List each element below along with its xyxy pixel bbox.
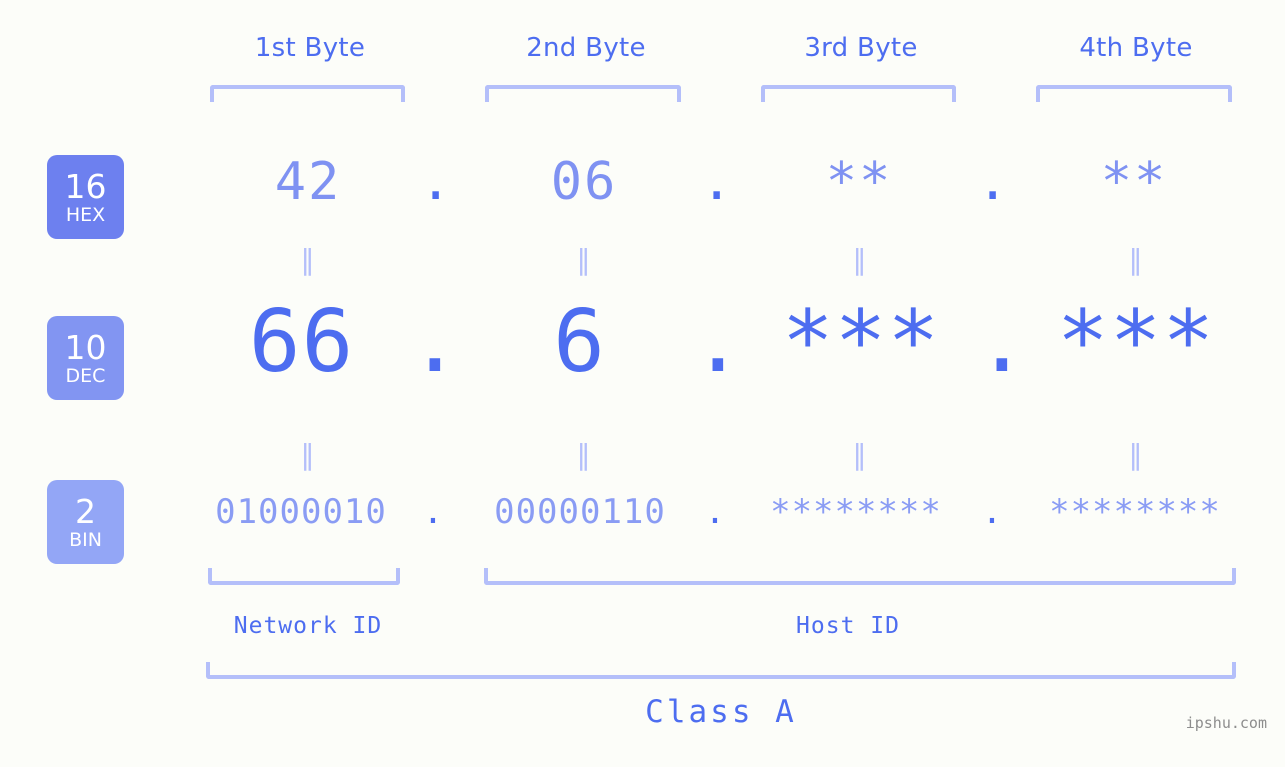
equals-icon-decbin-3: ‖ [852, 438, 867, 471]
base-badge-dec: 10 DEC [47, 316, 124, 400]
byte-bracket-4 [1036, 85, 1232, 102]
bin-byte-2: 00000110 [494, 492, 666, 532]
site-watermark: ipshu.com [1185, 714, 1267, 732]
hex-byte-2: 06 [550, 152, 618, 212]
base-badge-hex-label: HEX [65, 203, 106, 226]
byte-bracket-2 [485, 85, 681, 102]
network-id-bracket [208, 568, 400, 585]
dec-separator-2: . [692, 292, 744, 392]
bin-separator-2: . [704, 492, 726, 532]
base-badge-bin-label: BIN [69, 528, 102, 551]
base-badge-dec-number: 10 [64, 327, 107, 367]
byte-header-3: 3rd Byte [804, 33, 918, 63]
byte-header-4: 4th Byte [1079, 33, 1193, 63]
equals-icon-hexdec-3: ‖ [852, 243, 867, 276]
base-badge-dec-label: DEC [65, 364, 106, 387]
bin-separator-1: . [422, 492, 444, 532]
hex-separator-2: . [701, 152, 733, 212]
dec-byte-3: *** [781, 292, 941, 392]
hex-separator-1: . [420, 152, 452, 212]
equals-icon-decbin-1: ‖ [300, 438, 315, 471]
bin-byte-4: ******** [1049, 492, 1221, 532]
base-badge-bin: 2 BIN [47, 480, 124, 564]
byte-bracket-3 [761, 85, 956, 102]
hex-separator-3: . [977, 152, 1009, 212]
equals-icon-decbin-2: ‖ [576, 438, 591, 471]
dec-byte-2: 6 [553, 292, 606, 392]
ip-address-breakdown-diagram: 1st Byte 2nd Byte 3rd Byte 4th Byte 16 H… [0, 0, 1285, 767]
class-label: Class A [645, 694, 797, 730]
bin-separator-3: . [981, 492, 1003, 532]
byte-header-2: 2nd Byte [526, 33, 646, 63]
base-badge-bin-number: 2 [75, 491, 96, 531]
base-badge-hex-number: 16 [64, 166, 107, 206]
equals-icon-decbin-4: ‖ [1128, 438, 1143, 471]
hex-byte-3: ** [825, 152, 893, 212]
byte-header-1: 1st Byte [254, 33, 366, 63]
dec-separator-1: . [409, 292, 461, 392]
bin-byte-3: ******** [770, 492, 942, 532]
equals-icon-hexdec-1: ‖ [300, 243, 315, 276]
class-bracket [206, 662, 1236, 679]
byte-bracket-1 [210, 85, 405, 102]
equals-icon-hexdec-4: ‖ [1128, 243, 1143, 276]
hex-byte-4: ** [1100, 152, 1168, 212]
bin-byte-1: 01000010 [215, 492, 387, 532]
dec-byte-1: 66 [248, 292, 355, 392]
hex-byte-1: 42 [274, 152, 342, 212]
host-id-label: Host ID [796, 613, 900, 639]
equals-icon-hexdec-2: ‖ [576, 243, 591, 276]
network-id-label: Network ID [233, 613, 383, 639]
base-badge-hex: 16 HEX [47, 155, 124, 239]
dec-byte-4: *** [1056, 292, 1216, 392]
host-id-bracket [484, 568, 1236, 585]
